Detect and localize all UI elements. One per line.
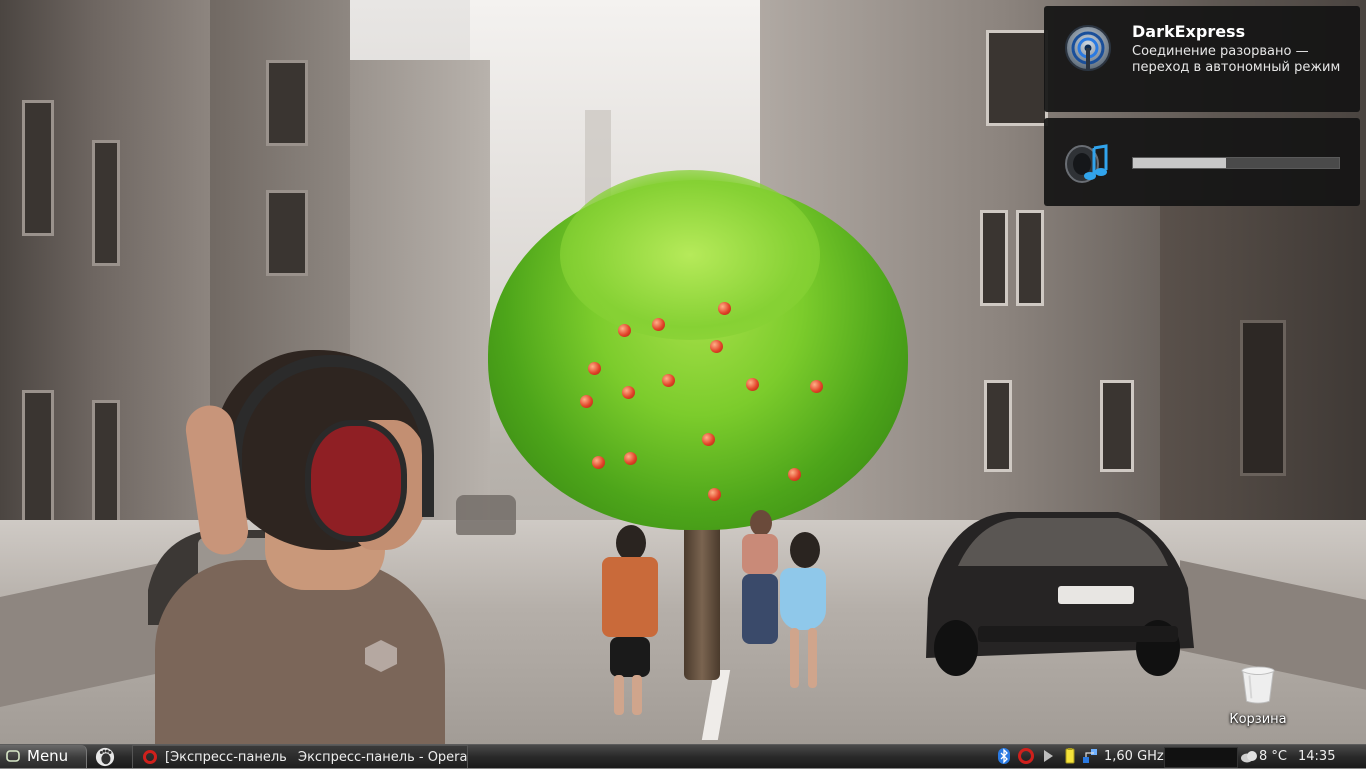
wallpaper-tree-crown: [560, 170, 820, 340]
taskbar-window-title-full: Экспресс-панель - Opera: [298, 750, 468, 765]
network-notification[interactable]: DarkExpress Соединение разорвано — перех…: [1044, 6, 1360, 112]
taskbar-window-opera[interactable]: [Экспресс-панель Экспресс-панель - Opera: [132, 745, 468, 768]
wallpaper-apple: [624, 452, 637, 465]
desktop-icon-label: Корзина: [1229, 712, 1287, 727]
wallpaper-window: [980, 210, 1008, 306]
wallpaper-apple: [622, 386, 635, 399]
wallpaper-man: [155, 330, 455, 744]
desktop-icon-trash[interactable]: Корзина: [1222, 660, 1294, 730]
volume-level-fill: [1133, 158, 1226, 168]
notification-title: DarkExpress: [1132, 22, 1246, 41]
trash-icon: [1241, 666, 1275, 704]
wallpaper-tree-trunk: [684, 520, 720, 680]
wallpaper-apple: [718, 302, 731, 315]
wallpaper-window: [22, 390, 54, 526]
volume-speaker-icon: [1065, 144, 1108, 183]
menu-button[interactable]: Menu: [0, 745, 87, 768]
bottom-panel: Menu [Экспресс-панель Экспресс-панель - …: [0, 744, 1366, 768]
wallpaper-window: [92, 400, 120, 526]
wallpaper-child: [776, 532, 836, 702]
notification-body: Соединение разорвано — переход в автоном…: [1132, 44, 1341, 75]
opera-tray-icon[interactable]: [1018, 748, 1034, 764]
wallpaper-window: [986, 30, 1048, 126]
wallpaper-apple: [662, 374, 675, 387]
wallpaper-window: [92, 140, 120, 266]
wallpaper-apple: [710, 340, 723, 353]
wallpaper-apple: [746, 378, 759, 391]
gnome-foot-icon: [95, 747, 115, 767]
wallpaper-apple: [592, 456, 605, 469]
wallpaper-apple: [810, 380, 823, 393]
wallpaper-apple: [588, 362, 601, 375]
wallpaper-window: [22, 100, 54, 236]
wallpaper-apple: [702, 433, 715, 446]
battery-icon[interactable]: [1062, 748, 1078, 764]
wallpaper-child: [598, 525, 662, 725]
cpu-frequency[interactable]: 1,60 GHz: [1104, 745, 1164, 768]
clock[interactable]: 14:35: [1298, 745, 1335, 768]
weather-cloud-icon: [1241, 751, 1257, 763]
network-icon[interactable]: [1082, 748, 1098, 764]
wallpaper-window: [266, 190, 308, 276]
mint-logo-icon: [6, 750, 20, 762]
wallpaper-window: [1016, 210, 1044, 306]
wallpaper-apple: [788, 468, 801, 481]
wallpaper-apple: [708, 488, 721, 501]
menu-label: Menu: [27, 747, 69, 765]
wallpaper-car: [456, 495, 516, 535]
wallpaper-window: [1100, 380, 1134, 472]
media-play-icon[interactable]: [1040, 748, 1056, 764]
wallpaper-window: [266, 60, 308, 146]
wallpaper-car: [926, 512, 1194, 676]
wallpaper-apple: [652, 318, 665, 331]
bluetooth-icon[interactable]: [996, 748, 1012, 764]
volume-notification[interactable]: [1044, 118, 1360, 206]
network-disconnect-icon: [1065, 25, 1111, 71]
wallpaper-apple: [580, 395, 593, 408]
weather-temperature[interactable]: 8 °C: [1259, 745, 1287, 768]
opera-icon: [143, 750, 157, 764]
wallpaper-window: [984, 380, 1012, 472]
taskbar-window-title: [Экспресс-панель: [165, 750, 287, 765]
tray-empty-slot: [1164, 747, 1238, 768]
volume-level-bar: [1132, 157, 1340, 169]
wallpaper-apple: [618, 324, 631, 337]
wallpaper-window: [1240, 320, 1286, 476]
launcher-button[interactable]: [90, 745, 120, 768]
